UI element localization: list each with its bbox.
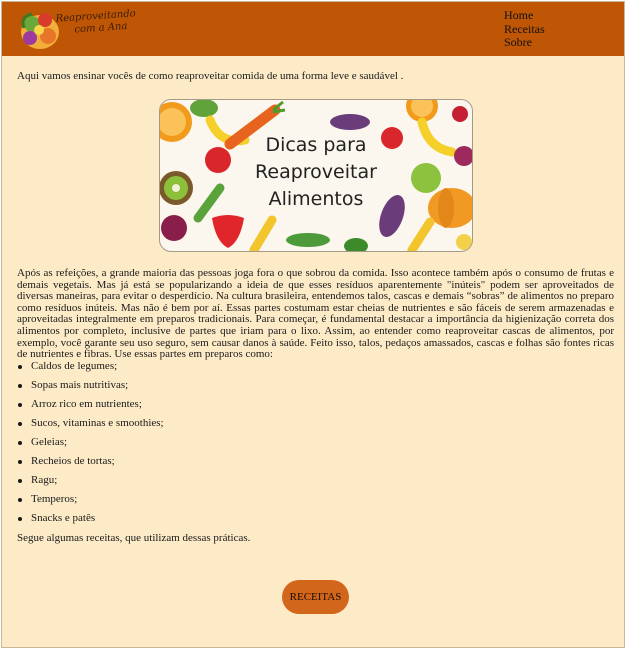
receitas-button[interactable]: RECEITAS xyxy=(282,580,349,614)
site-header: Reaproveitando com a Ana Home Receitas S… xyxy=(2,2,624,56)
banner-title-line-3: Alimentos xyxy=(268,188,364,210)
closing-text: Segue algumas receitas, que utilizam des… xyxy=(17,531,251,544)
nav-home-link[interactable]: Home xyxy=(504,8,545,23)
list-item: Recheios de tortas; xyxy=(18,455,614,475)
list-item: Geleias; xyxy=(18,436,614,456)
list-item: Sopas mais nutritivas; xyxy=(18,379,614,399)
nav-receitas-link[interactable]: Receitas xyxy=(504,22,545,37)
page: Reaproveitando com a Ana Home Receitas S… xyxy=(1,1,625,648)
list-item: Snacks e patês xyxy=(18,512,614,532)
tips-banner-image: Dicas para Reaproveitar Alimentos xyxy=(159,99,473,252)
list-item: Sucos, vitaminas e smoothies; xyxy=(18,417,614,437)
list-item: Caldos de legumes; xyxy=(18,360,614,380)
intro-text: Aqui vamos ensinar vocês de como reaprov… xyxy=(17,70,404,82)
uses-list: Caldos de legumes; Sopas mais nutritivas… xyxy=(17,360,614,532)
list-item: Temperos; xyxy=(18,493,614,513)
banner-title: Dicas para Reaproveitar Alimentos xyxy=(160,132,472,213)
site-logo[interactable]: Reaproveitando com a Ana xyxy=(18,6,142,52)
list-item: Ragu; xyxy=(18,474,614,494)
article-content: Após as refeições, a grande maioria das … xyxy=(17,267,614,544)
list-item: Arroz rico em nutrientes; xyxy=(18,398,614,418)
main-nav: Home Receitas Sobre xyxy=(504,8,545,50)
nav-sobre-link[interactable]: Sobre xyxy=(504,35,545,50)
banner-title-line-1: Dicas para xyxy=(265,134,367,156)
article-paragraph: Após as refeições, a grande maioria das … xyxy=(17,267,614,361)
banner-title-line-2: Reaproveitar xyxy=(255,161,377,183)
